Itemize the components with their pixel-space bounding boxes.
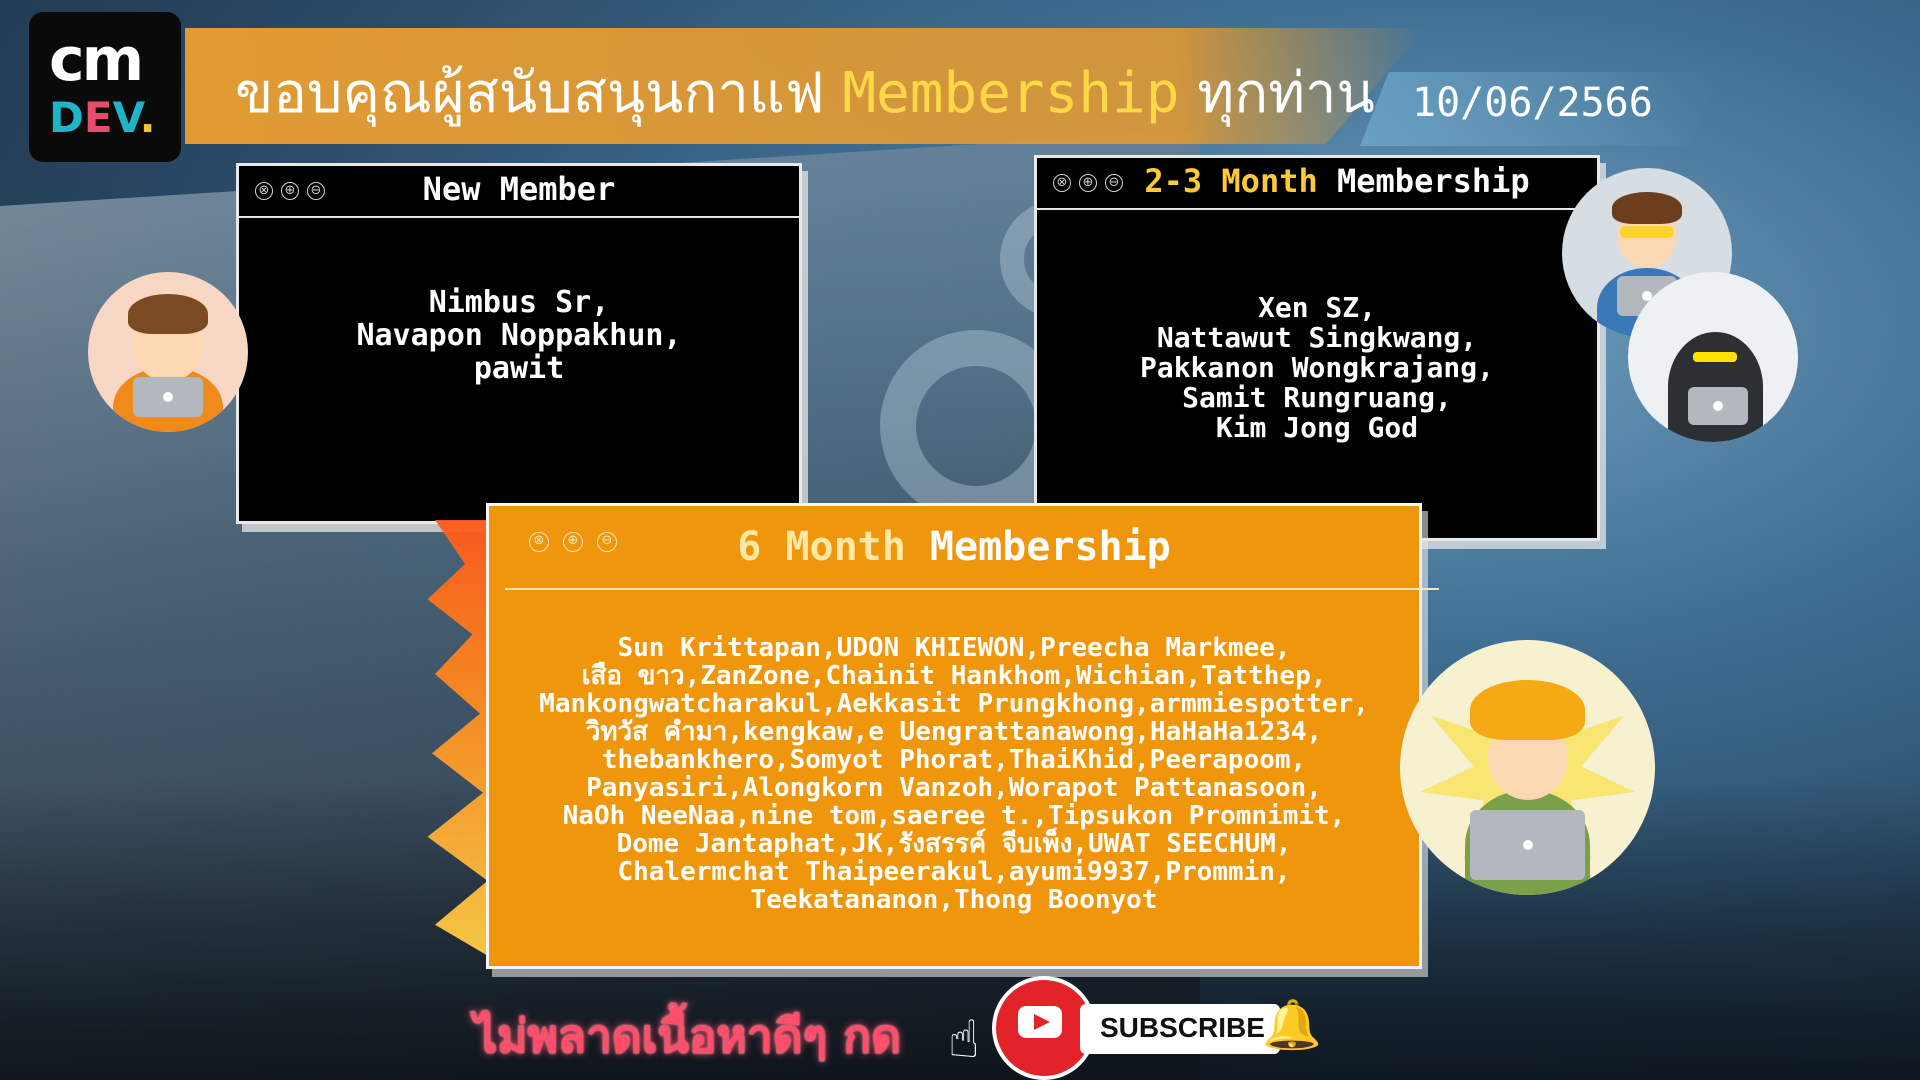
window-titlebar: ⊗ ⊕ ⊖ New Member	[239, 166, 799, 218]
avatar-6-month	[1400, 640, 1655, 895]
member-line: Mankongwatcharakul,Aekkasit Prungkhong,a…	[539, 689, 1369, 719]
logo-text-bottom: DEV.	[49, 93, 156, 142]
member-name: Pakkanon Wongkrajang,	[1139, 351, 1494, 384]
window-6-month: ⊗ ⊕ ⊖ 6 Month Membership Sun Krittapan,U…	[486, 503, 1439, 969]
window-titlebar: ⊗ ⊕ ⊖ 2-3 Month Membership	[1037, 158, 1597, 210]
member-line: Sun Krittapan,UDON KHIEWON,Preecha Markm…	[617, 633, 1291, 663]
page-title: ขอบคุณผู้สนับสนุนกาแฟ Membership ทุกท่าน	[235, 61, 1375, 126]
window-title: New Member	[422, 170, 616, 208]
member-name: Nimbus Sr,	[428, 285, 610, 320]
member-name: Xen SZ,	[1257, 291, 1376, 324]
pointing-hand-icon: ☝	[948, 1010, 980, 1070]
member-line: วิทวัส คำมา,kengkaw,e Uengrattanawong,Ha…	[585, 717, 1323, 747]
member-line: เสือ ขาว,ZanZone,Chainit Hankhom,Wichian…	[581, 661, 1327, 691]
member-line: Teekatananon,Thong Boonyot	[750, 885, 1158, 915]
cta-text: ไม่พลาดเนื้อหาดีๆ กด	[474, 1009, 901, 1063]
subscribe-label: SUBSCRIBE	[1100, 1012, 1265, 1043]
member-name: pawit	[473, 351, 565, 386]
youtube-play-icon	[1018, 1006, 1062, 1038]
window-2-3-month: ⊗ ⊕ ⊖ 2-3 Month Membership Xen SZ, Natta…	[1034, 155, 1600, 541]
member-list: Sun Krittapan,UDON KHIEWON,Preecha Markm…	[489, 634, 1419, 914]
window-title: 6 Month Membership	[737, 524, 1171, 570]
member-line: Chalermchat Thaipeerakul,ayumi9937,Promm…	[617, 857, 1291, 887]
cmdev-logo[interactable]: cm DEV.	[29, 12, 181, 162]
logo-text-top: cm	[49, 25, 144, 95]
member-line: NaOh NeeNaa,nine tom,saeree t.,Tipsukon …	[562, 801, 1346, 831]
window-title: 2-3 Month Membership	[1144, 162, 1530, 200]
member-name: Kim Jong God	[1215, 411, 1419, 444]
member-line: thebankhero,Somyot Phorat,ThaiKhid,Peera…	[601, 745, 1307, 775]
avatar-new-member	[88, 272, 248, 432]
bell-icon[interactable]: 🔔	[1262, 996, 1322, 1053]
member-list: Nimbus Sr, Navapon Noppakhun, pawit	[239, 286, 799, 385]
title-divider	[505, 588, 1439, 590]
date-label: 10/06/2566	[1412, 80, 1653, 126]
member-line: Dome Jantaphat,JK,รังสรรค์ จีบเพ็ง,UWAT …	[616, 829, 1292, 859]
member-line: Panyasiri,Alongkorn Vanzoh,Worapot Patta…	[586, 773, 1322, 803]
member-name: Samit Rungruang,	[1182, 381, 1452, 414]
window-new-member: ⊗ ⊕ ⊖ New Member Nimbus Sr, Navapon Nopp…	[236, 163, 802, 524]
avatar-hacker	[1628, 272, 1798, 442]
member-list: Xen SZ, Nattawut Singkwang, Pakkanon Won…	[1037, 293, 1597, 443]
member-name: Navapon Noppakhun,	[356, 318, 682, 353]
member-name: Nattawut Singkwang,	[1156, 321, 1478, 354]
